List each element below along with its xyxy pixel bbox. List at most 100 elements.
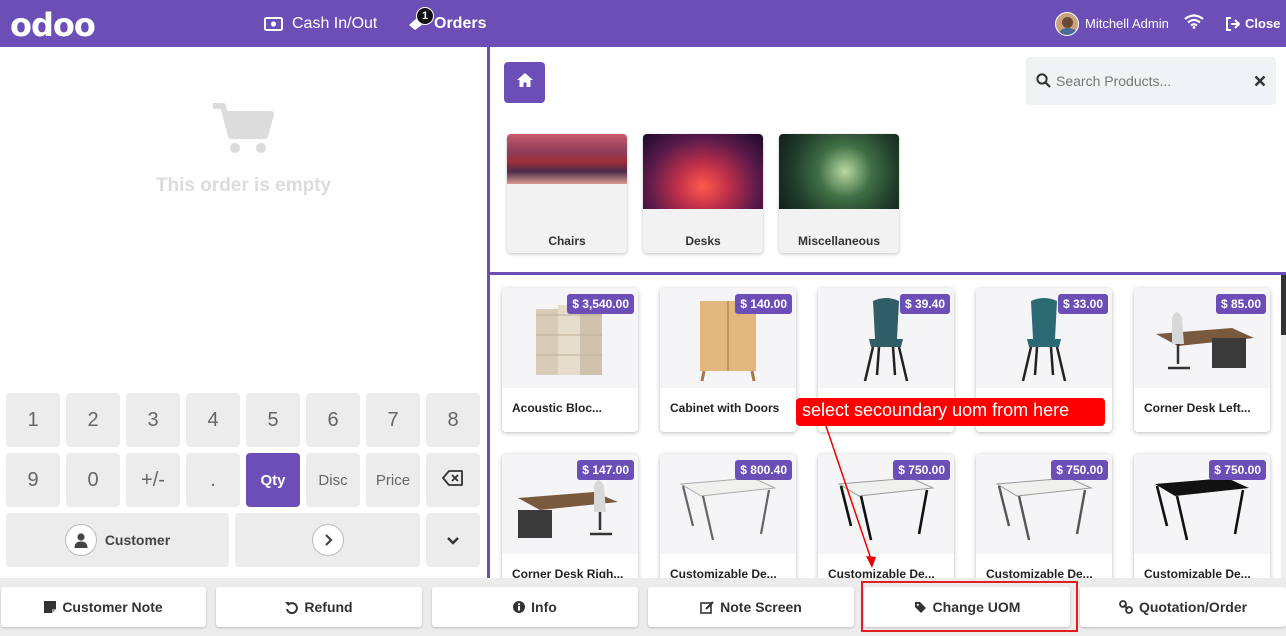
numpad-mode-disc[interactable]: Disc [306, 453, 360, 507]
category-desks-image [643, 134, 763, 209]
numpad-key-plus-minus[interactable]: +/- [126, 453, 180, 507]
product-card[interactable]: $ 750.00 Customizable De... [1134, 454, 1270, 578]
product-list-scrollbar[interactable] [1281, 275, 1286, 578]
product-price: $ 750.00 [1209, 460, 1266, 480]
quotation-order-button[interactable]: Quotation/Order [1080, 587, 1286, 627]
product-name: Corner Desk Righ... [512, 567, 624, 578]
product-card[interactable]: $ 750.00 Customizable De... [818, 454, 954, 578]
top-navbar: odoo Cash In/Out 1 Orders Mitchell Admin… [0, 0, 1286, 47]
user-menu[interactable]: Mitchell Admin [1055, 0, 1169, 47]
more-options-button[interactable] [426, 513, 480, 567]
category-label: Desks [685, 234, 721, 248]
note-icon [44, 601, 57, 613]
product-price: $ 750.00 [1051, 460, 1108, 480]
numpad-key-5[interactable]: 5 [246, 393, 300, 447]
edit-icon [700, 600, 714, 614]
numpad-key-9[interactable]: 9 [6, 453, 60, 507]
customer-note-button[interactable]: Customer Note [1, 587, 206, 627]
product-price: $ 33.00 [1057, 294, 1108, 314]
category-chairs[interactable]: Chairs [507, 134, 627, 253]
annotation-callout: select secoundary uom from here [796, 398, 1105, 426]
info-label: Info [531, 599, 557, 615]
close-label: Close [1245, 16, 1281, 31]
customer-label: Customer [104, 532, 171, 548]
product-name: Cabinet with Doors [670, 401, 780, 415]
category-label: Chairs [548, 234, 586, 248]
search-icon [1036, 73, 1051, 93]
product-card[interactable]: $ 140.00 Cabinet with Doors [660, 288, 796, 432]
cash-in-out-button[interactable]: Cash In/Out [264, 0, 377, 47]
cash-in-out-label: Cash In/Out [292, 14, 378, 32]
product-card[interactable]: $ 750.00 Customizable De... [976, 454, 1112, 578]
orders-label: Orders [434, 14, 487, 32]
note-screen-button[interactable]: Note Screen [648, 587, 854, 627]
backspace-icon [442, 469, 464, 492]
numpad-key-0[interactable]: 0 [66, 453, 120, 507]
product-price: $ 750.00 [893, 460, 950, 480]
customer-note-label: Customer Note [62, 599, 163, 615]
product-name: Customizable De... [1144, 567, 1251, 578]
odoo-logo: odoo [10, 6, 96, 44]
numpad-key-3[interactable]: 3 [126, 393, 180, 447]
numpad-key-8[interactable]: 8 [426, 393, 480, 447]
orders-button[interactable]: 1 Orders [407, 0, 486, 47]
user-avatar [1055, 11, 1079, 36]
wifi-status [1184, 0, 1204, 47]
numpad-key-decimal[interactable]: . [186, 453, 240, 507]
refund-button[interactable]: Refund [216, 587, 422, 627]
clear-search-icon[interactable] [1254, 74, 1266, 92]
numpad-key-1[interactable]: 1 [6, 393, 60, 447]
user-icon [64, 524, 97, 556]
category-desks[interactable]: Desks [643, 134, 763, 253]
note-screen-label: Note Screen [720, 599, 802, 615]
category-label: Miscellaneous [797, 234, 881, 248]
product-price: $ 800.40 [735, 460, 792, 480]
wifi-icon [1184, 13, 1204, 34]
numpad-backspace[interactable] [426, 453, 480, 507]
chevron-down-icon [446, 529, 460, 552]
search-bar [1026, 57, 1276, 105]
numpad-key-4[interactable]: 4 [186, 393, 240, 447]
sign-out-icon [1225, 16, 1240, 31]
info-icon [513, 601, 526, 613]
product-name: Customizable De... [828, 567, 935, 578]
search-products-input[interactable] [1056, 57, 1246, 105]
product-name: Customizable De... [986, 567, 1093, 578]
product-card[interactable]: $ 3,540.00 Acoustic Bloc... [502, 288, 638, 432]
chevron-right-icon [311, 524, 344, 556]
refund-label: Refund [304, 599, 353, 615]
product-card[interactable]: $ 147.00 Corner Desk Righ... [502, 454, 638, 578]
product-name: Corner Desk Left... [1144, 401, 1251, 415]
money-icon [264, 16, 283, 31]
numpad-mode-qty[interactable]: Qty [246, 453, 300, 507]
product-price: $ 39.40 [899, 294, 950, 314]
product-price: $ 147.00 [577, 460, 634, 480]
category-miscellaneous-image [779, 134, 899, 209]
empty-order-text: This order is empty [155, 175, 332, 196]
close-button[interactable]: Close [1225, 0, 1280, 47]
numpad-key-6[interactable]: 6 [306, 393, 360, 447]
product-list: $ 3,540.00 Acoustic Bloc... $ 140.00 Cab… [490, 275, 1280, 578]
product-price: $ 3,540.00 [567, 294, 634, 314]
user-name: Mitchell Admin [1085, 16, 1169, 31]
customer-button[interactable]: Customer [6, 513, 229, 567]
product-card[interactable]: $ 85.00 Corner Desk Left... [1134, 288, 1270, 432]
undo-icon [285, 601, 299, 614]
product-card[interactable]: $ 800.40 Customizable De... [660, 454, 796, 578]
category-chairs-image [507, 134, 627, 184]
orders-count-badge: 1 [416, 6, 434, 25]
annotation-highlight-box [861, 581, 1078, 632]
product-price: $ 140.00 [735, 294, 792, 314]
category-miscellaneous[interactable]: Miscellaneous [779, 134, 899, 253]
info-button[interactable]: Info [432, 587, 638, 627]
numpad-key-7[interactable]: 7 [366, 393, 420, 447]
numpad-key-2[interactable]: 2 [66, 393, 120, 447]
scrollbar-thumb[interactable] [1281, 275, 1286, 335]
product-price: $ 85.00 [1215, 294, 1266, 314]
payment-button[interactable] [235, 513, 420, 567]
home-category-button[interactable] [504, 62, 545, 103]
order-panel: This order is empty 1 2 3 4 5 6 7 8 9 0 … [0, 47, 487, 578]
numpad-mode-price[interactable]: Price [366, 453, 420, 507]
control-buttons-bar: Customer Note Refund Info Note Screen Ch… [0, 578, 1286, 636]
ticket-icon: 1 [407, 6, 434, 31]
